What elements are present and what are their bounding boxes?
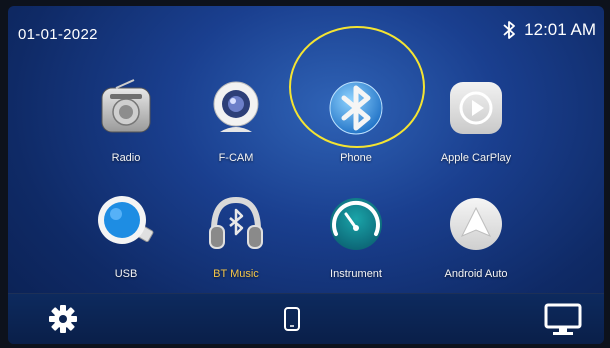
bluetooth-icon xyxy=(502,20,516,40)
app-label-radio: Radio xyxy=(111,152,141,164)
status-right: 12:01 AM xyxy=(502,20,596,40)
bottom-dock xyxy=(8,293,604,344)
radio-icon xyxy=(101,79,151,133)
app-label-apple-carplay: Apple CarPlay xyxy=(440,152,512,164)
app-radio[interactable]: Radio xyxy=(76,78,176,188)
head-unit-screen: 01-01-2022 12:01 AM Radio F-CAM Phone Ap… xyxy=(8,6,604,344)
carplay-play-icon xyxy=(450,82,502,134)
camera-icon xyxy=(213,81,259,132)
app-bt-music[interactable]: BT Music xyxy=(186,194,286,304)
monitor-icon[interactable] xyxy=(543,302,583,336)
android-auto-icon xyxy=(450,198,502,250)
app-apple-carplay[interactable]: Apple CarPlay xyxy=(426,78,526,188)
app-label-instrument: Instrument xyxy=(330,268,382,280)
app-label-android-auto: Android Auto xyxy=(444,268,508,280)
speedometer-icon xyxy=(330,198,382,250)
highlight-ring xyxy=(289,26,425,148)
app-label-usb: USB xyxy=(114,268,138,280)
app-label-bt-music: BT Music xyxy=(213,268,259,280)
app-label-phone: Phone xyxy=(340,152,372,164)
clock: 12:01 AM xyxy=(524,20,596,39)
app-fcam[interactable]: F-CAM xyxy=(186,78,286,188)
phone-outline-icon[interactable] xyxy=(283,307,301,331)
app-instrument[interactable]: Instrument xyxy=(306,194,406,304)
gear-icon[interactable] xyxy=(48,304,78,334)
app-android-auto[interactable]: Android Auto xyxy=(426,194,526,304)
headphones-bt-icon xyxy=(209,196,263,249)
device-bezel: 01-01-2022 12:01 AM Radio F-CAM Phone Ap… xyxy=(0,0,610,348)
usb-icon xyxy=(98,196,154,244)
date-display: 01-01-2022 xyxy=(18,26,98,43)
app-label-fcam: F-CAM xyxy=(218,152,254,164)
app-usb[interactable]: USB xyxy=(76,194,176,304)
